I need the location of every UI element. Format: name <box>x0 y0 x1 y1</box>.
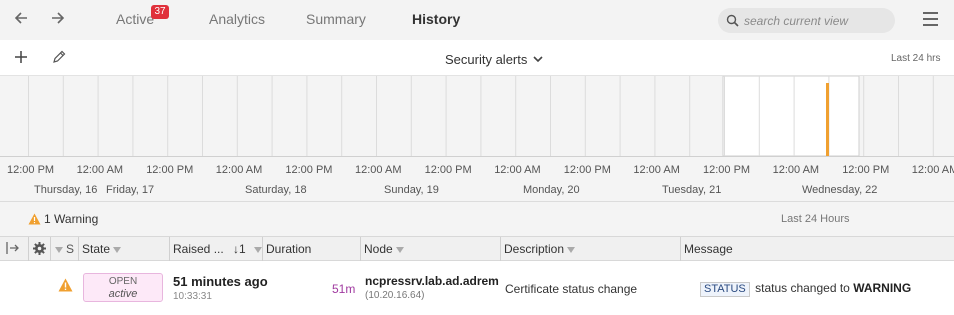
column-header-state[interactable]: State <box>78 237 169 261</box>
state-label: OPEN <box>108 276 138 287</box>
state-badge: OPEN active <box>83 273 163 302</box>
view-selector-label: Security alerts <box>445 52 528 67</box>
timeline-tick-label: 12:00 PM <box>7 164 55 176</box>
view-toolbar: Security alerts Last 24 hrs <box>0 40 954 76</box>
timeline-day-label: Wednesday, 22 <box>802 184 878 196</box>
timeline-tick-label: 12:00 PM <box>703 164 751 176</box>
timeline-tick-label: 12:00 PM <box>842 164 890 176</box>
column-header-duration[interactable]: Duration <box>262 237 360 261</box>
timeline-tick-label: 12:00 PM <box>285 164 333 176</box>
event-timeline[interactable]: 12:00 PM 12:00 AM 12:00 PM 12:00 AM 12:00 PM… <box>0 76 954 202</box>
raised-header-label: Raised ... <box>173 242 224 256</box>
chevron-down-icon <box>533 51 543 66</box>
warning-triangle-icon <box>28 213 41 225</box>
forward-arrow-icon[interactable] <box>48 10 68 30</box>
filter-icon[interactable] <box>567 247 576 253</box>
timeline-tick-label: 12:00 PM <box>424 164 472 176</box>
timeline-day-label: Friday, 17 <box>106 184 155 196</box>
node-header-label: Node <box>364 242 393 256</box>
filter-icon[interactable] <box>55 247 63 253</box>
timeline-day-label: Sunday, 19 <box>384 184 439 196</box>
time-range-label: Last 24 hrs <box>891 53 941 64</box>
message-status-tag: STATUS <box>700 282 750 297</box>
timeline-day-label: Thursday, 16 <box>34 184 98 196</box>
summary-bar: 1 Warning Last 24 Hours <box>0 202 954 236</box>
timeline-tick-label: 12:00 PM <box>146 164 194 176</box>
tab-history[interactable]: History <box>412 11 460 27</box>
warning-count: 1 Warning <box>28 212 98 226</box>
search-input[interactable] <box>744 12 889 29</box>
timeline-day-label: Tuesday, 21 <box>662 184 722 196</box>
timeline-tick-label: 12:00 AM <box>355 164 402 176</box>
warning-count-label: 1 Warning <box>44 212 99 226</box>
raised-timestamp: 10:33:31 <box>173 291 212 302</box>
column-header-severity[interactable]: S <box>50 237 78 261</box>
message-text: STATUS status changed to WARNING <box>700 281 911 297</box>
timeline-tick-label: 12:00 AM <box>633 164 680 176</box>
description-text: Certificate status change <box>505 282 638 296</box>
filter-icon[interactable] <box>253 247 262 253</box>
column-header-node[interactable]: Node <box>360 237 500 261</box>
top-navigation-bar: Active 37 Analytics Summary History <box>0 0 954 40</box>
column-header-message[interactable]: Message <box>680 237 954 261</box>
timeline-tick-label: 12:00 PM <box>563 164 611 176</box>
search-box <box>718 8 895 33</box>
edit-pencil-icon[interactable] <box>50 49 68 67</box>
description-header-label: Description <box>504 242 565 256</box>
timeline-day-label: Saturday, 18 <box>245 184 307 196</box>
column-settings-gear-icon[interactable] <box>28 237 50 261</box>
view-selector-dropdown[interactable]: Security alerts <box>445 51 543 67</box>
expand-panel-icon[interactable] <box>0 237 28 261</box>
back-arrow-icon[interactable] <box>11 10 31 30</box>
table-header: S State Raised ... ↓1 Duration Node Desc… <box>0 236 954 261</box>
add-icon[interactable] <box>12 49 30 67</box>
duration-value: 51m <box>332 282 356 296</box>
message-value: WARNING <box>853 281 912 295</box>
timeline-day-label: Monday, 20 <box>523 184 580 196</box>
timeline-tick-label: 12:00 AM <box>772 164 820 176</box>
filter-icon[interactable] <box>113 247 122 253</box>
timeline-tick-label: 12:00 AM <box>494 164 541 176</box>
column-header-raised[interactable]: Raised ... ↓1 <box>169 237 262 261</box>
raised-relative-time: 51 minutes ago <box>173 274 268 289</box>
active-count-badge: 37 <box>151 5 169 19</box>
menu-icon[interactable] <box>923 12 940 27</box>
column-header-description[interactable]: Description <box>500 237 680 261</box>
warning-severity-icon <box>58 278 73 297</box>
tab-summary[interactable]: Summary <box>306 11 366 27</box>
tab-active[interactable]: Active <box>116 11 154 27</box>
timeline-event-bar <box>826 83 829 156</box>
filter-icon[interactable] <box>395 247 404 253</box>
state-sub-label: active <box>108 288 138 300</box>
node-ip-address: (10.20.16.64) <box>365 290 425 301</box>
timeline-tick-label: 12:00 AM <box>911 164 954 176</box>
state-header-label: State <box>82 242 111 256</box>
search-icon <box>726 14 739 27</box>
sort-descending-indicator[interactable]: ↓1 <box>233 242 246 256</box>
tab-analytics[interactable]: Analytics <box>209 11 265 27</box>
table-row[interactable]: OPEN active 51 minutes ago 10:33:31 51m … <box>0 262 954 315</box>
timeline-tick-label: 12:00 AM <box>76 164 124 176</box>
timeline-tick-label: 12:00 AM <box>215 164 263 176</box>
timeline-selected-window[interactable] <box>722 76 860 157</box>
message-body: status changed to <box>755 281 850 295</box>
node-name-link[interactable]: ncpressrv.lab.ad.adrem <box>365 274 499 288</box>
summary-period: Last 24 Hours <box>781 213 850 225</box>
